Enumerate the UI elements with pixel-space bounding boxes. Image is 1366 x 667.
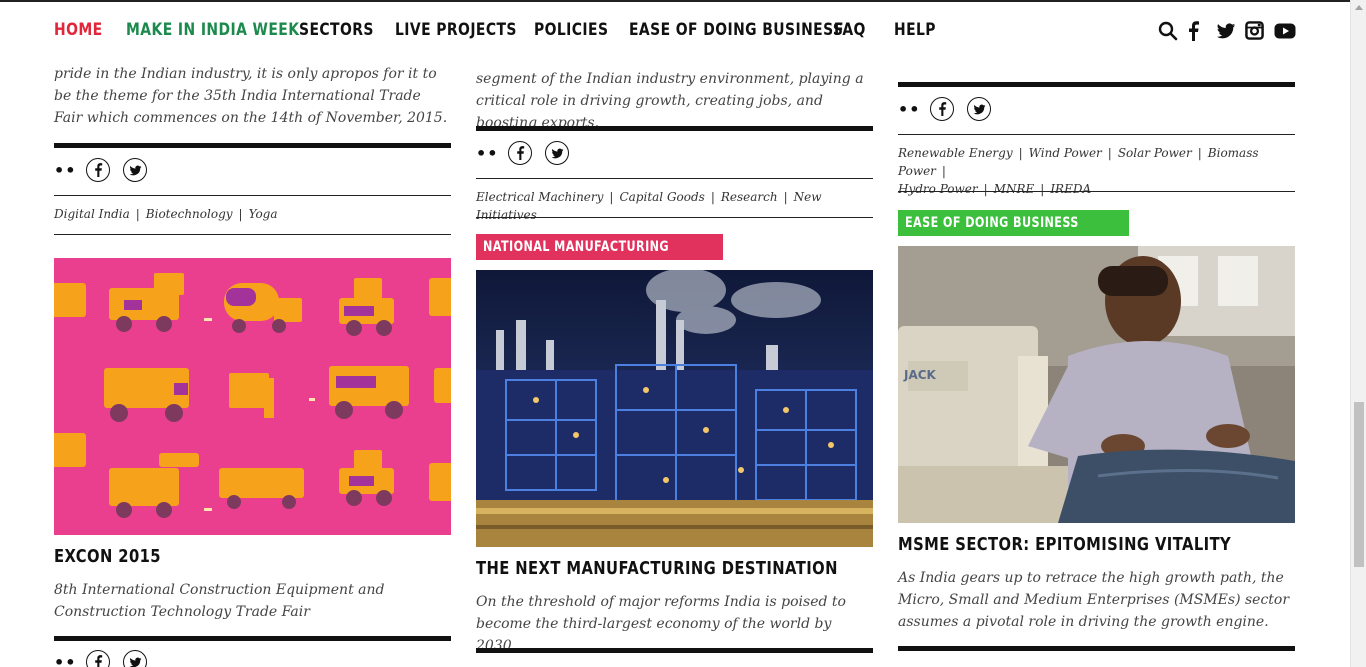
divider-thick (54, 636, 451, 641)
facebook-icon[interactable] (1186, 21, 1206, 41)
divider-thin (476, 178, 873, 179)
twitter-share-icon[interactable] (967, 97, 992, 121)
divider-thick (898, 82, 1295, 87)
divider-thick (898, 646, 1295, 651)
article-excerpt: segment of the Indian industry environme… (476, 71, 864, 131)
tag-link[interactable]: Capital Goods (619, 190, 704, 204)
facebook-share-icon[interactable] (86, 158, 111, 182)
nav-ease-of-doing-business[interactable]: EASE OF DOING BUSINESS (629, 20, 843, 40)
tag-list: Renewable Energy | Wind Power | Solar Power |… (898, 146, 1259, 196)
column-2: segment of the Indian industry environme… (476, 0, 873, 667)
factory-image[interactable] (476, 270, 873, 547)
nav-help[interactable]: HELP (894, 20, 936, 40)
divider-thin (54, 234, 451, 235)
divider-thick (54, 143, 451, 148)
twitter-icon[interactable] (1216, 21, 1236, 41)
instagram-icon[interactable] (1245, 21, 1265, 41)
column-3: •• Renewable Energy | Wind Power | Solar Pow… (898, 0, 1295, 667)
tag-link[interactable]: Electrical Machinery (476, 190, 603, 204)
tag-link[interactable]: Digital India (54, 207, 130, 221)
divider-thin (54, 195, 451, 196)
article-title[interactable]: MSME SECTOR: EPITOMISING VITALITY (898, 534, 1292, 555)
more-dots[interactable]: •• (476, 144, 498, 163)
divider-thin (898, 134, 1295, 135)
facebook-share-icon[interactable] (930, 97, 955, 121)
divider-thin (476, 217, 873, 218)
more-dots[interactable]: •• (54, 161, 76, 180)
category-badge[interactable]: EASE OF DOING BUSINESS (898, 210, 1130, 236)
page-scrollbar[interactable] (1350, 0, 1366, 667)
scrollbar-thumb[interactable] (1354, 402, 1364, 567)
column-1: pride in the Indian industry, it is only… (54, 0, 451, 667)
youtube-icon[interactable] (1274, 21, 1296, 41)
share-bar: •• (54, 158, 160, 182)
category-badge[interactable]: NATIONAL MANUFACTURING (476, 234, 723, 260)
nav-sectors[interactable]: SECTORS (299, 20, 374, 40)
twitter-share-icon[interactable] (123, 650, 148, 667)
article-excerpt: As India gears up to retrace the high gr… (898, 570, 1290, 630)
tag-link[interactable]: Research (721, 190, 778, 204)
excon-image[interactable] (54, 258, 451, 535)
main-nav: HOME MAKE IN INDIA WEEK SECTORS LIVE PRO… (0, 2, 1350, 58)
tag-list: Electrical Machinery | Capital Goods | Resea… (476, 190, 822, 222)
share-bar: •• (54, 650, 160, 667)
tag-list: Digital India | Biotechnology | Yoga (54, 207, 278, 221)
tag-link[interactable]: Renewable Energy (898, 146, 1013, 160)
twitter-share-icon[interactable] (545, 141, 570, 165)
article-excerpt: pride in the Indian industry, it is only… (54, 66, 448, 126)
facebook-share-icon[interactable] (508, 141, 533, 165)
more-dots[interactable]: •• (54, 653, 76, 667)
svg-text:JACK: JACK (903, 368, 937, 382)
tag-link[interactable]: Solar Power (1118, 146, 1192, 160)
search-icon[interactable] (1158, 21, 1178, 41)
share-bar: •• (898, 97, 1004, 121)
msme-worker-image[interactable]: JACK (898, 246, 1295, 523)
tag-link[interactable]: Wind Power (1029, 146, 1102, 160)
article-title[interactable]: EXCON 2015 (54, 546, 448, 567)
divider-thick (476, 648, 873, 653)
tag-link[interactable]: MNRE (994, 182, 1035, 196)
tag-link[interactable]: Hydro Power (898, 182, 978, 196)
tag-link[interactable]: Biotechnology (146, 207, 233, 221)
tag-link[interactable]: IREDA (1050, 182, 1091, 196)
article-title[interactable]: THE NEXT MANUFACTURING DESTINATION (476, 558, 870, 579)
scroll-up-arrow-icon[interactable] (1355, 5, 1363, 10)
facebook-share-icon[interactable] (86, 650, 111, 667)
nav-make-in-india-week[interactable]: MAKE IN INDIA WEEK (126, 20, 299, 40)
divider-thin (898, 191, 1295, 192)
nav-faq[interactable]: FAQ (834, 20, 866, 40)
more-dots[interactable]: •• (898, 100, 920, 119)
nav-live-projects[interactable]: LIVE PROJECTS (395, 20, 517, 40)
twitter-share-icon[interactable] (123, 158, 148, 182)
nav-home[interactable]: HOME (54, 20, 103, 40)
article-excerpt: 8th International Construction Equipment… (54, 582, 385, 620)
divider-thick (476, 126, 873, 131)
share-bar: •• (476, 141, 582, 165)
tag-link[interactable]: Yoga (249, 207, 278, 221)
nav-policies[interactable]: POLICIES (534, 20, 608, 40)
